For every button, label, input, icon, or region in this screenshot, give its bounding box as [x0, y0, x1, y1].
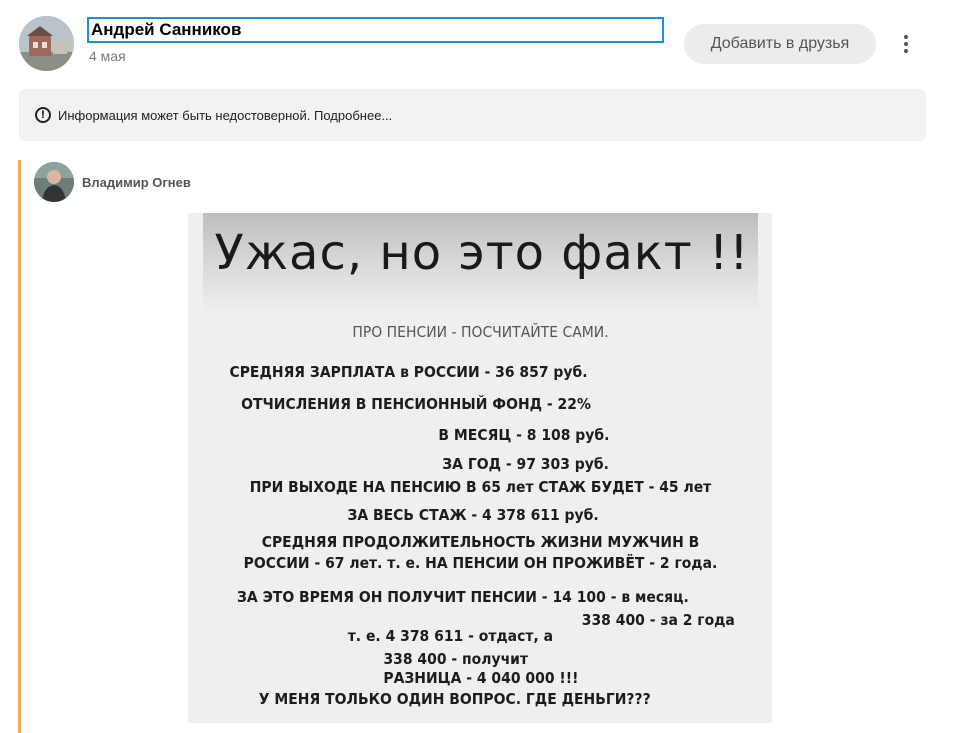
- repost-author-name[interactable]: Владимир Огнев: [82, 175, 191, 190]
- notice-text: Информация может быть недостоверной. Под…: [58, 108, 392, 123]
- post-image[interactable]: Ужас, но это факт !! ПРО ПЕНСИИ - ПОСЧИТ…: [188, 213, 772, 723]
- add-friend-button[interactable]: Добавить в друзья: [684, 24, 876, 64]
- menu-dot: [904, 49, 908, 53]
- image-text-line: 338 400 - получит: [383, 650, 529, 668]
- warning-circle-icon: !: [35, 107, 51, 123]
- image-text-line: т. е. 4 378 611 - отдаст, а: [347, 627, 554, 645]
- repost-author-avatar[interactable]: [34, 162, 74, 202]
- menu-dot: [904, 35, 908, 39]
- image-text-line: ОТЧИСЛЕНИЯ В ПЕНСИОННЫЙ ФОНД - 22%: [241, 395, 591, 413]
- image-text-line: ПРО ПЕНСИИ - ПОСЧИТАЙТЕ САМИ.: [352, 323, 609, 341]
- image-text-line: РАЗНИЦА - 4 040 000 !!!: [383, 669, 579, 687]
- more-vertical-icon[interactable]: [895, 30, 917, 58]
- notice-message: Информация может быть недостоверной.: [58, 107, 315, 123]
- notice-more-link[interactable]: Подробнее...: [314, 108, 392, 123]
- image-text-line: ЗА ЭТО ВРЕМЯ ОН ПОЛУЧИТ ПЕНСИИ - 14 100 …: [237, 588, 689, 606]
- unreliable-info-notice: ! Информация может быть недостоверной. П…: [19, 89, 926, 141]
- image-text-line: СРЕДНЯЯ ЗАРПЛАТА в РОССИИ - 36 857 руб.: [229, 363, 588, 381]
- image-text-line: 338 400 - за 2 года: [581, 611, 735, 629]
- image-text-line: ЗА ВЕСЬ СТАЖ - 4 378 611 руб.: [347, 506, 599, 524]
- author-avatar[interactable]: [19, 16, 74, 71]
- image-text-line: РОССИИ - 67 лет. т. е. НА ПЕНСИИ ОН ПРОЖ…: [243, 554, 718, 572]
- image-title: Ужас, но это факт !!: [214, 225, 750, 281]
- image-text-line: СРЕДНЯЯ ПРОДОЛЖИТЕЛЬНОСТЬ ЖИЗНИ МУЖЧИН В: [261, 533, 700, 551]
- repost-accent-bar: [18, 160, 21, 733]
- image-text-line: В МЕСЯЦ - 8 108 руб.: [438, 426, 610, 444]
- image-text-line: У МЕНЯ ТОЛЬКО ОДИН ВОПРОС. ГДЕ ДЕНЬГИ???: [258, 690, 651, 708]
- author-avatar-photo: [19, 16, 74, 71]
- post-date: 4 мая: [89, 48, 126, 64]
- image-text-line: ПРИ ВЫХОДЕ НА ПЕНСИЮ В 65 лет СТАЖ БУДЕТ…: [249, 478, 712, 496]
- repost-avatar-photo: [34, 162, 74, 202]
- post-author-name[interactable]: Андрей Санников: [87, 17, 664, 43]
- image-text-line: ЗА ГОД - 97 303 руб.: [442, 455, 609, 473]
- menu-dot: [904, 42, 908, 46]
